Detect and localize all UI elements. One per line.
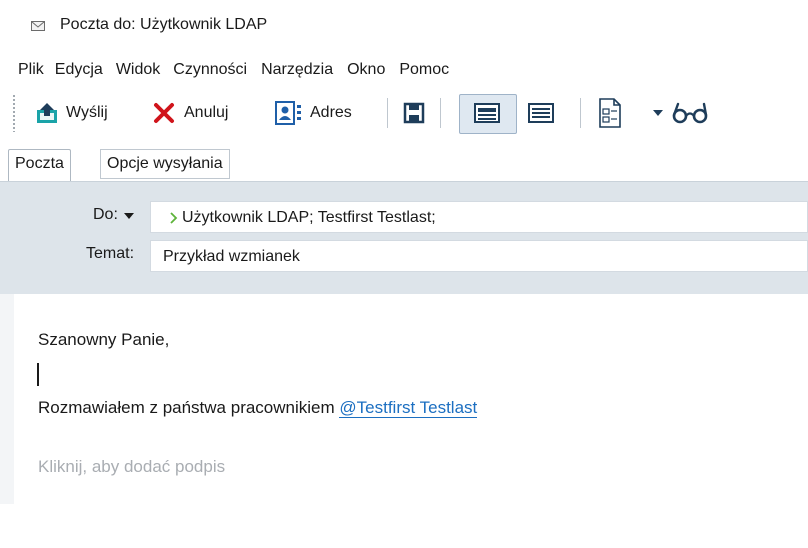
cancel-x-icon (154, 103, 174, 123)
toolbar: Wyślij Anuluj Adres (0, 88, 808, 140)
cancel-button[interactable]: Anuluj (153, 88, 228, 138)
template-icon (599, 98, 621, 128)
address-book-icon (275, 101, 301, 125)
chevron-down-icon (124, 213, 134, 219)
html-format-button[interactable] (474, 88, 500, 138)
save-icon (403, 102, 425, 124)
text-caret (37, 363, 39, 386)
send-button[interactable]: Wyślij (36, 88, 108, 138)
menu-widok[interactable]: Widok (116, 61, 160, 79)
toolbar-grip[interactable] (13, 94, 15, 132)
menu-bar: Plik Edycja Widok Czynności Narzędzia Ok… (0, 57, 808, 83)
address-label: Adres (310, 104, 352, 121)
send-label: Wyślij (66, 104, 108, 121)
window-title: Poczta do: Użytkownik LDAP (60, 16, 268, 33)
toolbar-separator (387, 98, 388, 128)
title-bar: Poczta do: Użytkownik LDAP (0, 0, 808, 50)
html-format-icon (474, 103, 500, 123)
signature-placeholder[interactable]: Kliknij, aby dodać podpis (38, 457, 225, 477)
address-button[interactable]: Adres (275, 88, 352, 138)
cancel-label: Anuluj (184, 104, 229, 121)
subject-field[interactable]: Przykład wzmianek (150, 240, 808, 272)
to-label: Do: (93, 206, 118, 223)
body-line-text: Rozmawiałem z państwa pracownikiem (38, 398, 340, 417)
menu-czynnosci[interactable]: Czynności (173, 61, 247, 79)
subject-value: Przykład wzmianek (163, 248, 300, 265)
to-dropdown-button[interactable] (124, 206, 134, 224)
mention-link[interactable]: @Testfirst Testlast (339, 398, 478, 418)
more-dropdown-button[interactable] (653, 88, 663, 138)
template-button[interactable] (598, 88, 622, 138)
send-icon (37, 103, 57, 123)
save-button[interactable] (403, 88, 425, 138)
dropdown-arrow-icon (653, 110, 663, 116)
menu-edycja[interactable]: Edycja (55, 61, 103, 79)
envelope-icon (31, 21, 45, 31)
recipient-chevron-icon (170, 212, 178, 224)
body-left-margin (0, 294, 14, 504)
compose-tabs: Poczta Opcje wysyłania (0, 145, 808, 182)
toolbar-separator (440, 98, 441, 128)
toolbar-separator (580, 98, 581, 128)
menu-narzedzia[interactable]: Narzędzia (261, 61, 333, 79)
tab-opcje-wysylania[interactable]: Opcje wysyłania (100, 149, 230, 179)
body-greeting: Szanowny Panie, (38, 330, 170, 349)
body-line: Rozmawiałem z państwa pracownikiem @Test… (38, 398, 478, 418)
spectacles-icon (672, 102, 708, 124)
to-field[interactable]: Użytkownik LDAP; Testfirst Testlast; (150, 201, 808, 233)
spell-check-button[interactable] (672, 88, 708, 138)
tab-poczta[interactable]: Poczta (8, 149, 71, 181)
plain-text-button[interactable] (528, 88, 554, 138)
menu-plik[interactable]: Plik (18, 61, 44, 79)
menu-pomoc[interactable]: Pomoc (399, 61, 449, 79)
menu-okno[interactable]: Okno (347, 61, 385, 79)
message-header: Do: Użytkownik LDAP; Testfirst Testlast;… (0, 182, 808, 294)
plain-text-icon (528, 103, 554, 123)
to-recipients: Użytkownik LDAP; Testfirst Testlast; (182, 209, 436, 226)
subject-label: Temat: (86, 245, 135, 262)
